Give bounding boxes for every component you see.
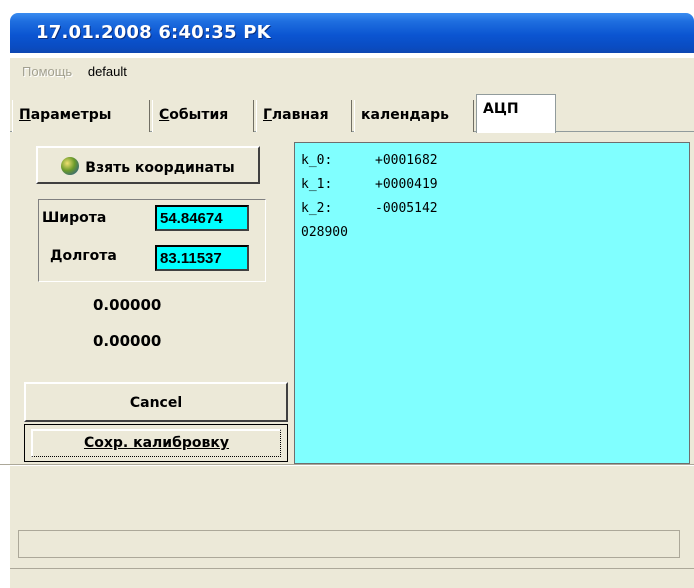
coefficient-name: k_2:	[301, 201, 333, 216]
get-coordinates-label: Взять координаты	[85, 160, 235, 176]
window-frame-left	[0, 58, 10, 588]
globe-icon	[61, 157, 80, 175]
value-readout-2: 0.00000	[93, 332, 162, 350]
menu-help[interactable]: Помощь	[22, 64, 72, 79]
save-calibration-button[interactable]: Сохр. калибровку	[24, 424, 288, 462]
output-line: k_0: +0001682	[301, 149, 689, 173]
tab-main-accel: Г	[263, 107, 272, 123]
coefficient-value: -0005142	[375, 201, 438, 216]
output-last-line: 028900	[301, 225, 348, 240]
tab-events[interactable]: События	[152, 100, 254, 132]
progress-bar	[18, 530, 680, 558]
adc-panel: Взять координаты Широта 54.84674 Долгота…	[10, 132, 694, 464]
get-coordinates-button[interactable]: Взять координаты	[36, 146, 260, 184]
latitude-field[interactable]: 54.84674	[155, 205, 249, 231]
coefficient-name: k_0:	[301, 153, 333, 168]
coefficient-name: k_1:	[301, 177, 333, 192]
window-title: 17.01.2008 6:40:35 PK	[36, 22, 271, 43]
output-line: k_2: -0005142	[301, 197, 689, 221]
menubar: Помощь default	[10, 58, 694, 86]
tab-parameters-accel: П	[19, 107, 31, 123]
titlebar-bar[interactable]: 17.01.2008 6:40:35 PK	[10, 13, 694, 53]
save-calibration-focus: Сохр. калибровку	[31, 429, 281, 457]
window-titlebar[interactable]: 17.01.2008 6:40:35 PK	[0, 0, 694, 58]
panel-separator	[0, 464, 694, 466]
cancel-label: Cancel	[129, 395, 183, 411]
tab-adc-label: АЦП	[483, 101, 519, 117]
latitude-label: Широта	[42, 210, 107, 226]
coefficient-value: +0000419	[375, 177, 438, 192]
status-bar	[10, 568, 694, 588]
save-calibration-label: Сохр. калибровку	[83, 435, 230, 451]
coefficient-value: +0001682	[375, 153, 438, 168]
tab-main[interactable]: Главная	[256, 100, 352, 132]
tab-events-accel: С	[159, 107, 170, 123]
tab-calendar-label: календарь	[361, 107, 449, 123]
tab-calendar[interactable]: календарь	[354, 100, 474, 132]
tab-strip: Параметры События Главная календарь АЦП	[10, 94, 694, 133]
value-readout-1: 0.00000	[93, 296, 162, 314]
output-line: k_1: +0000419	[301, 173, 689, 197]
cancel-button[interactable]: Cancel	[24, 382, 288, 422]
tab-events-label: обытия	[169, 107, 229, 123]
longitude-field[interactable]: 83.11537	[155, 245, 249, 271]
tab-parameters-label: араметры	[30, 107, 112, 123]
tab-adc[interactable]: АЦП	[476, 94, 556, 133]
longitude-label: Долгота	[50, 248, 117, 264]
tab-parameters[interactable]: Параметры	[12, 100, 150, 132]
tab-main-label: лавная	[271, 107, 329, 123]
menu-default[interactable]: default	[88, 64, 127, 79]
adc-output-area[interactable]: k_0: +0001682 k_1: +0000419 k_2: -0005142 0…	[294, 142, 690, 464]
